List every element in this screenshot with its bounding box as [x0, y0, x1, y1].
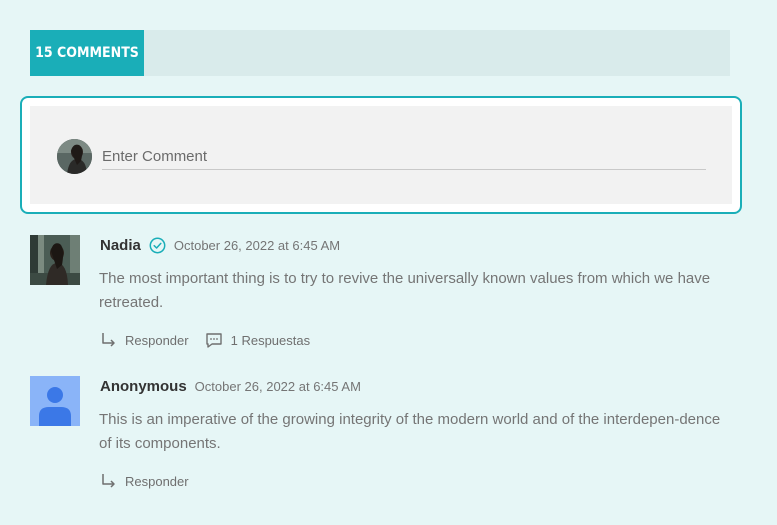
reply-label: Responder — [125, 332, 189, 348]
comments-count-tab: 15 COMMENTS — [30, 30, 144, 76]
comment-meta: Anonymous October 26, 2022 at 6:45 AM — [100, 378, 361, 395]
comment-text: This is an imperative of the growing int… — [99, 411, 721, 452]
reply-arrow-icon — [102, 333, 115, 347]
comment-composer-inner — [30, 106, 732, 204]
comment-actions: Responder — [100, 473, 189, 489]
comment-date: October 26, 2022 at 6:45 AM — [173, 238, 341, 253]
avatar[interactable] — [30, 376, 80, 426]
comment-item: Nadia October 26, 2022 at 6:45 AM The mo… — [30, 235, 730, 360]
comment-input[interactable] — [102, 144, 706, 170]
reply-label: Responder — [125, 473, 189, 489]
replies-count-label: 1 Respuestas — [230, 332, 311, 348]
default-user-icon — [30, 376, 80, 426]
comment-bubble-icon — [205, 333, 222, 348]
comment-actions: Responder 1 Respuestas — [100, 332, 310, 348]
comment-date: October 26, 2022 at 6:45 AM — [194, 379, 361, 394]
reply-button[interactable]: Responder — [100, 473, 189, 489]
comments-header-bar: 15 COMMENTS — [30, 30, 730, 76]
reply-arrow-icon — [102, 474, 115, 488]
comment-author[interactable]: Anonymous — [100, 378, 187, 395]
current-user-avatar — [57, 139, 92, 174]
check-circle-icon — [149, 237, 166, 254]
comment-author[interactable]: Nadia — [100, 237, 141, 254]
comment-composer — [20, 96, 742, 214]
view-replies-button[interactable]: 1 Respuestas — [205, 332, 311, 348]
comment-meta: Nadia October 26, 2022 at 6:45 AM — [100, 237, 340, 254]
reply-button[interactable]: Responder — [100, 332, 189, 348]
avatar[interactable] — [30, 235, 80, 285]
comment-text: The most important thing is to try to re… — [99, 270, 711, 311]
comment-item: Anonymous October 26, 2022 at 6:45 AM Th… — [30, 376, 730, 496]
